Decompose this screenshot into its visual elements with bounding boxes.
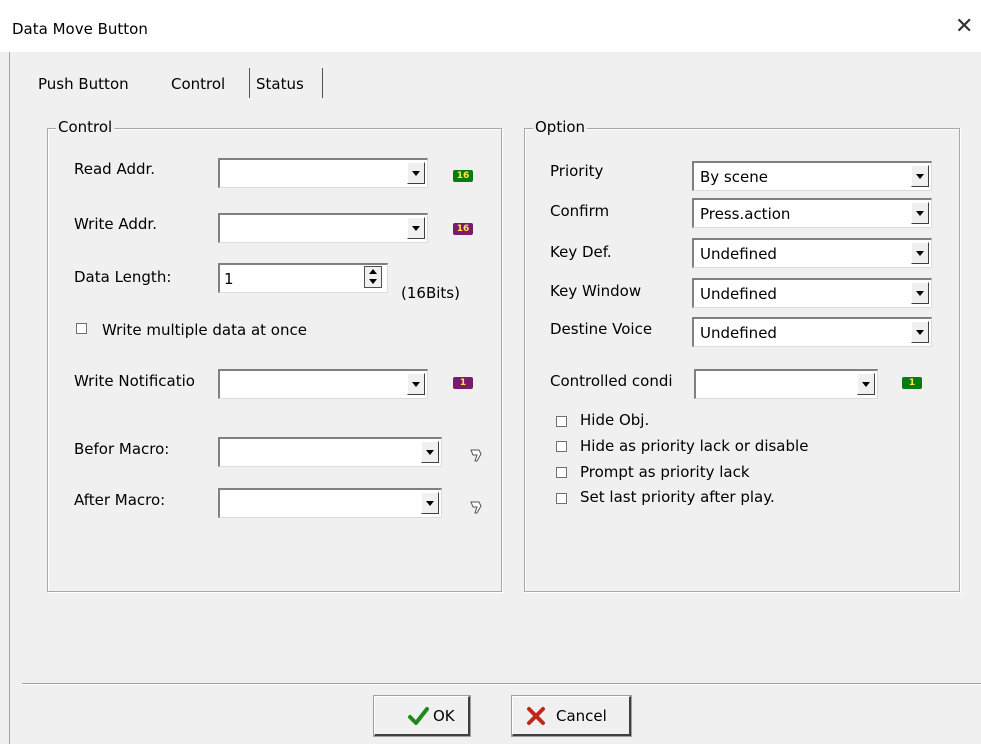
controlled-condition-combo[interactable]	[694, 369, 878, 399]
cancel-button[interactable]: Cancel	[511, 695, 632, 737]
data-length-label: Data Length:	[74, 268, 172, 286]
set-last-priority-checkbox[interactable]	[556, 493, 567, 504]
hide-priority-lack-label: Hide as priority lack or disable	[580, 437, 809, 455]
write-addr-combo[interactable]	[218, 213, 428, 243]
chevron-down-icon[interactable]	[407, 162, 425, 184]
tab-separator	[249, 68, 250, 98]
window-title: Data Move Button	[12, 20, 148, 38]
key-def-label: Key Def.	[550, 243, 612, 261]
confirm-combo[interactable]: Press.action	[692, 198, 932, 228]
confirm-value: Press.action	[700, 205, 791, 223]
chevron-down-icon[interactable]	[911, 321, 929, 343]
key-window-combo[interactable]: Undefined	[692, 278, 932, 308]
ok-label: OK	[433, 707, 455, 725]
data-length-input[interactable]: 1	[218, 263, 388, 293]
read-addr-combo[interactable]	[218, 158, 428, 188]
tab-push-button[interactable]: Push Button	[38, 73, 129, 95]
chevron-down-icon[interactable]	[421, 492, 439, 514]
data-length-unit: (16Bits)	[401, 284, 460, 302]
before-macro-combo[interactable]	[218, 437, 442, 467]
set-last-priority-label: Set last priority after play.	[580, 488, 775, 506]
bit-address-icon[interactable]: 1	[453, 377, 473, 389]
write-notification-combo[interactable]	[218, 369, 428, 399]
priority-value: By scene	[700, 168, 768, 186]
key-def-value: Undefined	[700, 245, 777, 263]
write-addr-label: Write Addr.	[74, 215, 157, 233]
checkmark-icon	[408, 707, 429, 725]
confirm-label: Confirm	[550, 202, 610, 220]
data-length-value: 1	[224, 270, 234, 288]
cancel-x-icon	[527, 707, 545, 725]
prompt-priority-lack-checkbox[interactable]	[556, 467, 567, 478]
chevron-down-icon[interactable]	[407, 373, 425, 395]
priority-combo[interactable]: By scene	[692, 161, 932, 191]
macro-edit-icon[interactable]	[466, 446, 486, 466]
chevron-down-icon[interactable]	[407, 217, 425, 239]
chevron-down-icon[interactable]	[911, 165, 929, 187]
control-group-title: Control	[56, 118, 115, 136]
ok-button[interactable]: OK	[373, 695, 471, 737]
read-addr-label: Read Addr.	[74, 160, 156, 178]
spinner-icon[interactable]	[364, 266, 382, 288]
write-multiple-checkbox[interactable]	[76, 323, 87, 334]
cancel-label: Cancel	[556, 707, 607, 725]
destine-voice-label: Destine Voice	[550, 320, 653, 338]
word-address-icon[interactable]: 16	[453, 170, 473, 182]
after-macro-combo[interactable]	[218, 488, 442, 518]
write-multiple-label: Write multiple data at once	[102, 321, 307, 339]
chevron-down-icon[interactable]	[911, 242, 929, 264]
after-macro-label: After Macro:	[74, 491, 166, 509]
hide-obj-label: Hide Obj.	[580, 411, 650, 429]
chevron-down-icon[interactable]	[911, 282, 929, 304]
tab-control[interactable]: Control	[171, 73, 225, 95]
chevron-down-icon[interactable]	[421, 441, 439, 463]
destine-voice-combo[interactable]: Undefined	[692, 317, 932, 347]
destine-voice-value: Undefined	[700, 324, 777, 342]
hide-priority-lack-checkbox[interactable]	[556, 441, 567, 452]
write-notification-label: Write Notificatio	[74, 372, 195, 390]
chevron-down-icon[interactable]	[857, 373, 875, 395]
tab-separator	[322, 68, 323, 98]
before-macro-label: Befor Macro:	[74, 440, 170, 458]
macro-edit-icon[interactable]	[466, 498, 486, 518]
title-bar: Data Move Button ✕	[0, 0, 981, 52]
divider	[22, 684, 981, 685]
close-icon[interactable]: ✕	[955, 14, 973, 40]
key-def-combo[interactable]: Undefined	[692, 238, 932, 268]
bit-address-icon[interactable]: 1	[902, 377, 922, 389]
option-group-title: Option	[533, 118, 588, 136]
hide-obj-checkbox[interactable]	[556, 416, 567, 427]
tab-status[interactable]: Status	[256, 73, 304, 95]
key-window-value: Undefined	[700, 285, 777, 303]
prompt-priority-lack-label: Prompt as priority lack	[580, 463, 750, 481]
word-address-icon[interactable]: 16	[453, 223, 473, 235]
control-groupbox	[47, 128, 502, 592]
key-window-label: Key Window	[550, 282, 642, 300]
window-left-border	[9, 52, 10, 744]
priority-label: Priority	[550, 162, 604, 180]
chevron-down-icon[interactable]	[911, 202, 929, 224]
controlled-condition-label: Controlled condi	[550, 372, 673, 390]
